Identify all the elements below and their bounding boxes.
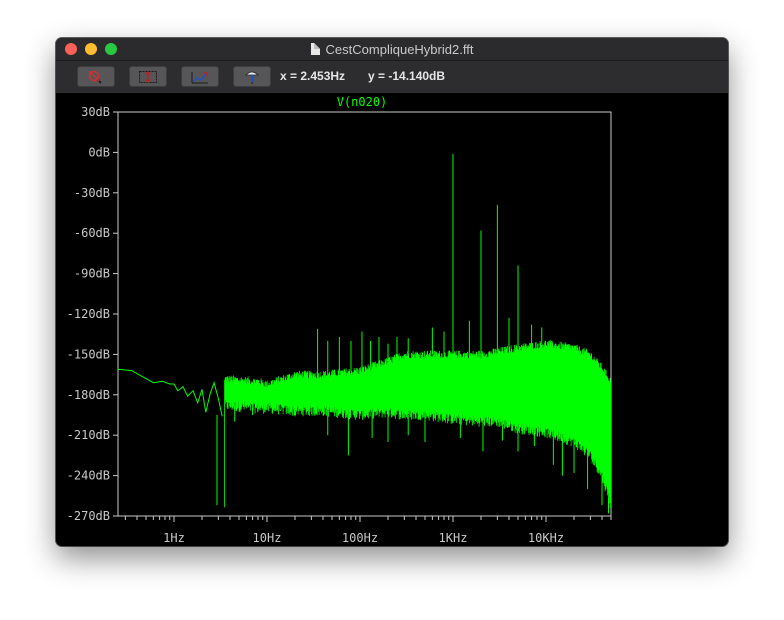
trace-low-frequency [117, 368, 223, 417]
cursor-y-readout: y = -14.140dB [368, 69, 446, 83]
fft-chart[interactable]: V(n020) 30dB 0dB -30dB -60dB -90dB -120dB -150… [56, 94, 728, 546]
cursor-x-readout: x = 2.453Hz [280, 69, 346, 83]
waveform-window: CestCompliqueHybrid2.fft x = 2.453Hz y =… [56, 38, 728, 546]
y-tick-label: 30dB [81, 105, 110, 119]
y-tick-label: -240dB [67, 469, 110, 483]
x-tick-label: 1KHz [439, 531, 468, 545]
y-tick-label: -30dB [74, 186, 110, 200]
x-tick-label: 10KHz [528, 531, 564, 545]
y-tick-label: -150dB [67, 347, 110, 361]
y-tick-label: -270dB [67, 509, 110, 523]
y-tick-label: -120dB [67, 307, 110, 321]
window-title: CestCompliqueHybrid2.fft [325, 41, 474, 57]
y-tick-label: -90dB [74, 267, 110, 281]
x-tick-label: 1Hz [163, 531, 185, 545]
y-tick-label: -180dB [67, 388, 110, 402]
trace-noise-band [224, 340, 611, 508]
y-tick-label: -60dB [74, 226, 110, 240]
probe-button[interactable] [233, 66, 271, 87]
plot-frame [117, 111, 612, 517]
zoom-cancel-button[interactable] [77, 66, 115, 87]
zoom-to-fit-button[interactable] [181, 66, 219, 87]
magnifier-cross-icon [88, 70, 102, 84]
x-tick-label: 10Hz [253, 531, 282, 545]
y-tick-label: 0dB [88, 145, 110, 159]
toolbar: x = 2.453Hz y = -14.140dB [56, 61, 728, 93]
autorange-button[interactable] [129, 66, 167, 87]
zoom-fit-icon [191, 71, 208, 83]
y-tick-label: -210dB [67, 428, 110, 442]
plot-area[interactable]: V(n020) 30dB 0dB -30dB -60dB -90dB -120dB -150… [56, 94, 728, 546]
chart-title: V(n020) [337, 95, 388, 109]
document-icon [310, 43, 320, 55]
autorange-icon [139, 70, 157, 83]
title-bar[interactable]: CestCompliqueHybrid2.fft [56, 38, 728, 61]
x-tick-label: 100Hz [342, 531, 378, 545]
probe-icon [245, 71, 259, 84]
